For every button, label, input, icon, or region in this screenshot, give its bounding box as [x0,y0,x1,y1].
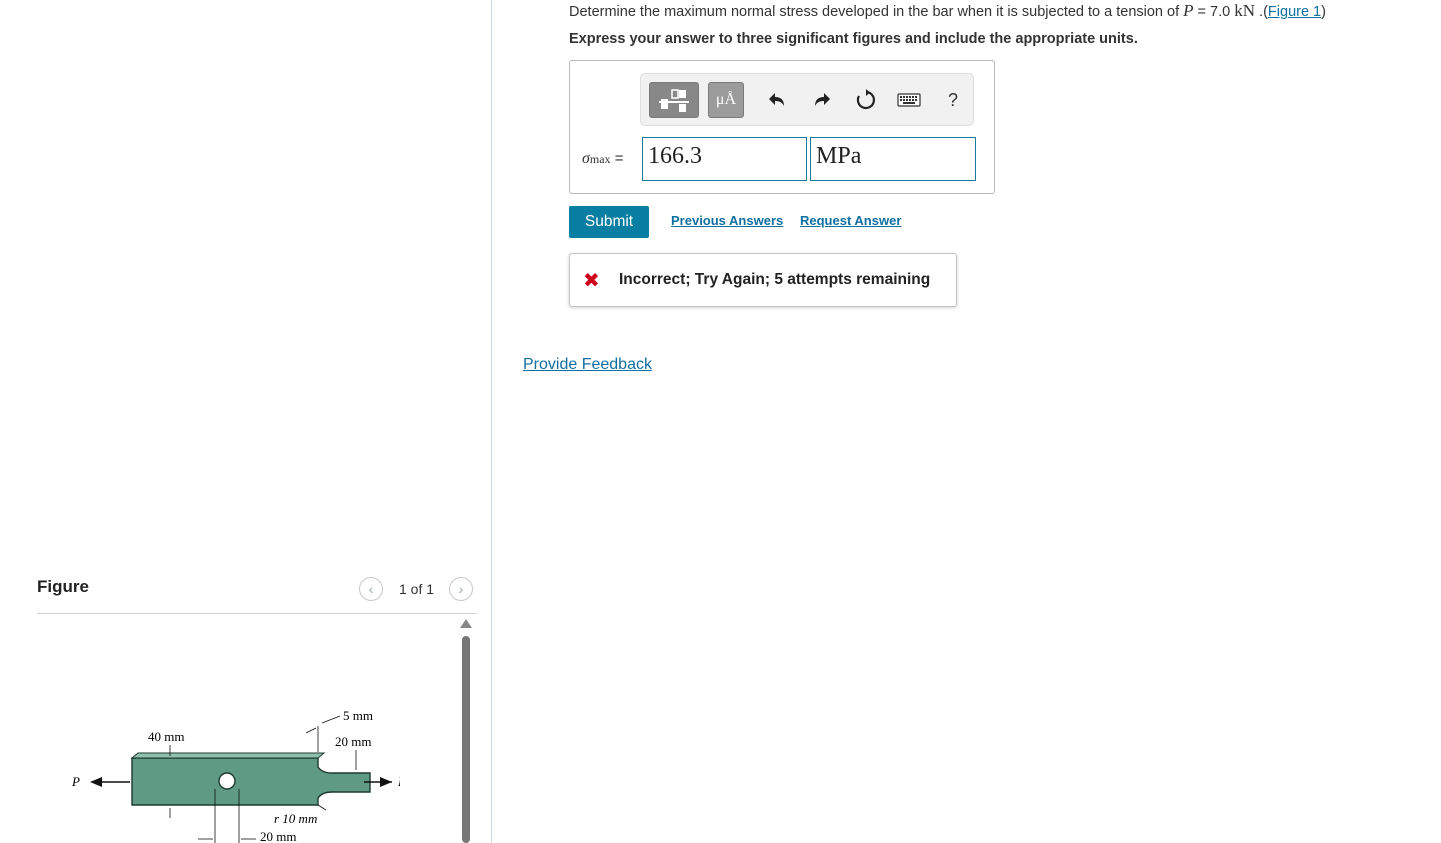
units-button[interactable]: μÅ [708,82,744,118]
question-text: Determine the maximum normal stress deve… [569,1,1326,20]
help-icon: ? [947,89,958,110]
figure-title: Figure [37,577,89,596]
reset-button[interactable] [853,87,879,113]
next-figure-button[interactable]: › [449,577,473,601]
bar-hole [218,772,236,790]
undo-icon [769,93,784,106]
dim-label-5mm: 5 mm [343,708,373,723]
panel-divider [491,0,492,843]
reset-icon [856,89,875,110]
bar-figure: P P 40 mm 5 mm 20 mm r 10 mm 20 mm [71,708,400,843]
units-icon: μÅ [715,91,737,108]
incorrect-icon: ✖ [583,270,600,292]
figure-divider [37,613,477,614]
feedback-text: Incorrect; Try Again; 5 attempts remaini… [619,271,931,288]
redo-button[interactable] [809,87,835,113]
undo-button[interactable] [764,87,790,113]
answer-instruction: Express your answer to three significant… [569,31,1138,47]
previous-answers-link[interactable]: Previous Answers [671,213,783,228]
dim-label-40mm: 40 mm [148,729,184,744]
help-button[interactable]: ? [940,87,966,113]
figure-pager: 1 of 1 [399,581,435,597]
chevron-right-icon: › [458,581,464,597]
math-toolbar: μÅ ? [640,73,974,126]
previous-figure-button[interactable]: ‹ [359,577,383,601]
load-label-left: P [71,774,80,789]
keyboard-button[interactable] [896,87,922,113]
submit-button[interactable]: Submit [569,206,649,238]
feedback-message: ✖ Incorrect; Try Again; 5 attempts remai… [569,253,957,307]
templates-button[interactable] [649,82,699,118]
chevron-left-icon: ‹ [368,581,374,597]
bar-top-face [130,752,326,759]
load-label-right: P [397,774,400,789]
answer-value-input[interactable]: 166.3 [642,137,807,181]
radius-label: r 10 mm [274,811,317,826]
scrollbar-thumb[interactable] [462,636,470,843]
figure-link[interactable]: Figure 1 [1268,4,1321,20]
provide-feedback-link[interactable]: Provide Feedback [523,356,652,374]
templates-icon [659,89,689,112]
dim-label-20mm-hole: 20 mm [260,829,296,843]
keyboard-icon [897,93,921,107]
redo-icon [815,93,830,106]
request-answer-link[interactable]: Request Answer [800,213,901,228]
scroll-up-arrow-icon[interactable] [460,619,472,628]
answer-unit-input[interactable]: MPa [810,137,976,181]
dim-label-20mm-step: 20 mm [335,734,371,749]
answer-label: σmax = [582,150,624,167]
bar-body [131,757,371,806]
